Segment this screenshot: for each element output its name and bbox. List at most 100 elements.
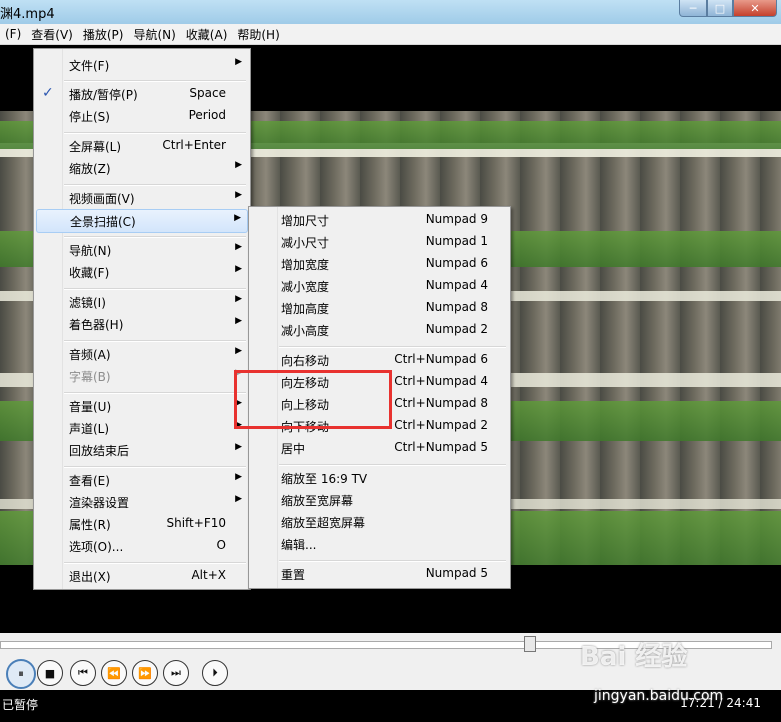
menu-item-label: 文件(F): [69, 59, 110, 73]
menu-separator: [64, 132, 246, 134]
menu-item-shortcut: Numpad 9: [425, 212, 488, 226]
context-menu: 文件(F) ▶ ✓ 播放/暂停(P) Space 停止(S) Period 全屏…: [33, 48, 251, 590]
menu-item-after-playback[interactable]: 回放结束后 ▶: [36, 439, 248, 461]
window-buttons: ─ □ ✕: [679, 0, 777, 18]
forward-button[interactable]: ⏩: [132, 660, 158, 686]
menu-item-channels[interactable]: 声道(L) ▶: [36, 417, 248, 439]
menu-item-favorites[interactable]: 收藏(F) ▶: [36, 261, 248, 283]
menu-item-video-frame[interactable]: 视频画面(V) ▶: [36, 187, 248, 209]
submenu-item-move-right[interactable]: 向右移动 Ctrl+Numpad 6: [251, 349, 508, 371]
menu-item-file[interactable]: 文件(F) ▶: [36, 54, 248, 76]
menu-separator: [64, 466, 246, 468]
title-bar: 渊4.mp4 ─ □ ✕: [0, 0, 781, 24]
submenu-item-zoom-widescreen[interactable]: 缩放至宽屏幕: [251, 489, 508, 511]
menu-item-label: 滤镜(I): [69, 296, 106, 310]
menu-item-label: 停止(S): [69, 110, 110, 124]
menu-item-volume[interactable]: 音量(U) ▶: [36, 395, 248, 417]
submenu-item-edit[interactable]: 编辑...: [251, 533, 508, 555]
status-state: 已暂停: [2, 698, 39, 712]
menu-separator: [64, 80, 246, 82]
menu-item-label: 编辑...: [281, 538, 317, 552]
submenu-arrow-icon: ▶: [235, 472, 242, 482]
menu-item-shortcut: Ctrl+Enter: [162, 138, 226, 152]
submenu-arrow-icon: ▶: [235, 264, 242, 274]
menu-item-label: 着色器(H): [69, 318, 124, 332]
menu-item-shortcut: Ctrl+Numpad 8: [394, 396, 488, 410]
menu-item-filters[interactable]: 滤镜(I) ▶: [36, 291, 248, 313]
menu-item-shaders[interactable]: 着色器(H) ▶: [36, 313, 248, 335]
menu-item-label: 导航(N): [69, 244, 112, 258]
rewind-button[interactable]: ⏪: [101, 660, 127, 686]
next-button[interactable]: ⏭: [163, 660, 189, 686]
menu-separator: [279, 346, 506, 348]
submenu-arrow-icon: ▶: [234, 213, 241, 223]
menu-item-shortcut: Numpad 8: [425, 300, 488, 314]
checkmark-icon: ✓: [42, 85, 54, 101]
menu-item-shortcut: Period: [188, 108, 226, 122]
stop-button[interactable]: ■: [37, 660, 63, 686]
menu-separator: [64, 288, 246, 290]
menu-item-shortcut: Ctrl+Numpad 6: [394, 352, 488, 366]
seek-thumb[interactable]: [524, 636, 536, 652]
submenu-item-zoom-ultrawide[interactable]: 缩放至超宽屏幕: [251, 511, 508, 533]
menu-item-label: 缩放至宽屏幕: [281, 494, 354, 508]
menu-item-stop[interactable]: 停止(S) Period: [36, 105, 248, 127]
menu-help[interactable]: 帮助(H): [232, 26, 284, 43]
submenu-item-decrease-size[interactable]: 减小尺寸 Numpad 1: [251, 231, 508, 253]
menu-file[interactable]: (F): [0, 27, 26, 41]
submenu-item-center[interactable]: 居中 Ctrl+Numpad 5: [251, 437, 508, 459]
menu-view[interactable]: 查看(V): [26, 26, 78, 43]
submenu-arrow-icon: ▶: [235, 494, 242, 504]
menu-item-label: 居中: [281, 442, 306, 456]
minimize-button[interactable]: ─: [679, 0, 707, 17]
menu-item-shortcut: Numpad 4: [425, 278, 488, 292]
pause-button[interactable]: ⏸: [6, 659, 36, 689]
menu-item-renderer-settings[interactable]: 渲染器设置 ▶: [36, 491, 248, 513]
maximize-button[interactable]: □: [707, 0, 733, 17]
menu-item-shortcut: Numpad 6: [425, 256, 488, 270]
menu-item-shortcut: Alt+X: [191, 568, 226, 582]
menu-separator: [279, 464, 506, 466]
submenu-item-increase-height[interactable]: 增加高度 Numpad 8: [251, 297, 508, 319]
menu-item-label: 减小宽度: [281, 280, 330, 294]
window-title: 渊4.mp4: [0, 7, 55, 22]
menu-item-label: 视频画面(V): [69, 192, 135, 206]
menu-item-label: 增加高度: [281, 302, 330, 316]
menu-item-fullscreen[interactable]: 全屏幕(L) Ctrl+Enter: [36, 135, 248, 157]
frame-step-button[interactable]: ⏵: [202, 660, 228, 686]
submenu-arrow-icon: ▶: [235, 160, 242, 170]
submenu-item-increase-size[interactable]: 增加尺寸 Numpad 9: [251, 209, 508, 231]
submenu-arrow-icon: ▶: [235, 294, 242, 304]
close-button[interactable]: ✕: [733, 0, 777, 17]
menu-item-options[interactable]: 选项(O)... O: [36, 535, 248, 557]
menu-item-properties[interactable]: 属性(R) Shift+F10: [36, 513, 248, 535]
menu-item-label: 收藏(F): [69, 266, 110, 280]
menu-item-zoom[interactable]: 缩放(Z) ▶: [36, 157, 248, 179]
previous-button[interactable]: ⏮: [70, 660, 96, 686]
menu-item-label: 增加宽度: [281, 258, 330, 272]
submenu-item-decrease-width[interactable]: 减小宽度 Numpad 4: [251, 275, 508, 297]
menu-item-label: 选项(O)...: [69, 540, 124, 554]
menu-item-navigate[interactable]: 导航(N) ▶: [36, 239, 248, 261]
menu-item-exit[interactable]: 退出(X) Alt+X: [36, 565, 248, 587]
menu-item-shortcut: Space: [189, 86, 226, 100]
submenu-arrow-icon: ▶: [235, 442, 242, 452]
menu-play[interactable]: 播放(P): [78, 26, 129, 43]
menu-item-label: 音量(U): [69, 400, 112, 414]
menu-item-pan-scan[interactable]: 全景扫描(C) ▶: [36, 209, 248, 233]
submenu-item-decrease-height[interactable]: 减小高度 Numpad 2: [251, 319, 508, 341]
menu-favorites[interactable]: 收藏(A): [181, 26, 233, 43]
watermark-main: Bai 经验: [580, 642, 688, 672]
menu-item-play-pause[interactable]: ✓ 播放/暂停(P) Space: [36, 83, 248, 105]
submenu-item-reset[interactable]: 重置 Numpad 5: [251, 563, 508, 585]
submenu-arrow-icon: ▶: [235, 242, 242, 252]
menu-navigate[interactable]: 导航(N): [128, 26, 180, 43]
menu-item-label: 缩放(Z): [69, 162, 111, 176]
menu-separator: [64, 236, 246, 238]
submenu-item-increase-width[interactable]: 增加宽度 Numpad 6: [251, 253, 508, 275]
submenu-item-zoom-16-9[interactable]: 缩放至 16:9 TV: [251, 467, 508, 489]
menu-item-label: 缩放至 16:9 TV: [281, 472, 368, 486]
menu-item-view[interactable]: 查看(E) ▶: [36, 469, 248, 491]
watermark-logo: Bai 经验 jingyan.baidu.com: [580, 636, 775, 716]
menu-item-audio[interactable]: 音频(A) ▶: [36, 343, 248, 365]
